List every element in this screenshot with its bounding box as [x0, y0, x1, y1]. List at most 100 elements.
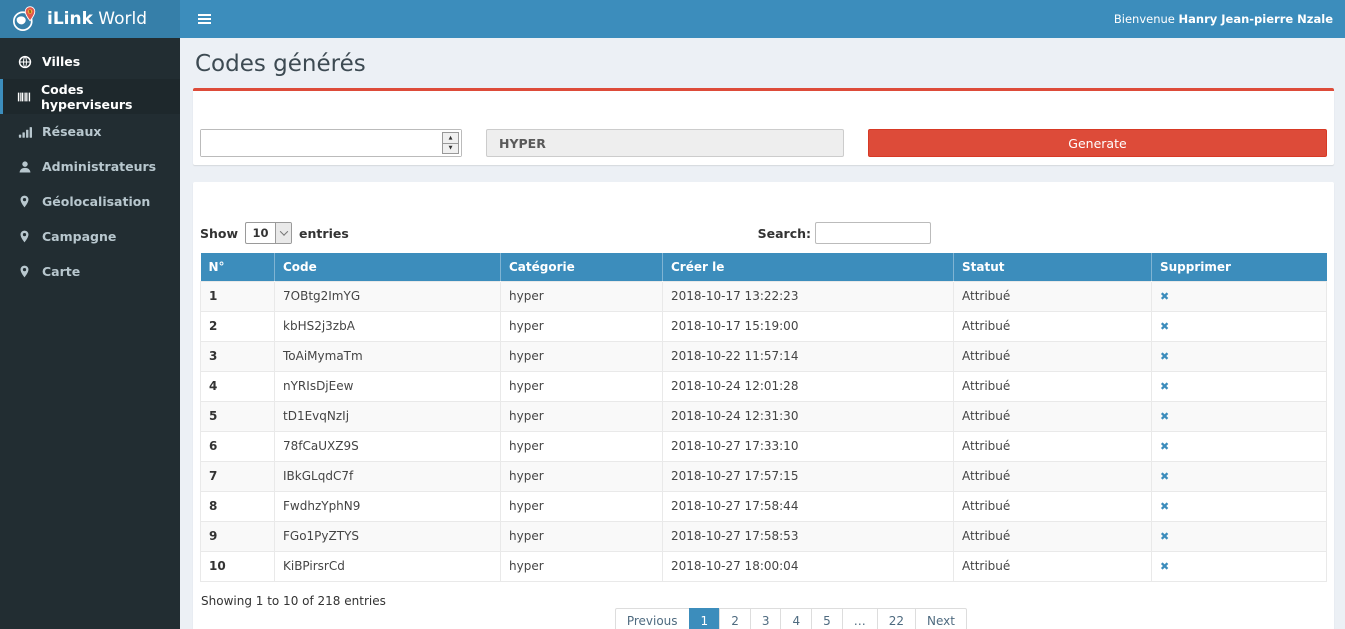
- delete-cell: ✖: [1152, 431, 1327, 461]
- row-number: 8: [201, 491, 275, 521]
- main-content: Codes générés ▲ ▼ Generate Show: [180, 38, 1345, 629]
- created-date: 2018-10-27 17:58:44: [663, 491, 954, 521]
- navbar: Bienvenue Hanry Jean-pierre Nzale: [180, 0, 1345, 38]
- category-value: hyper: [501, 311, 663, 341]
- entries-label: entries: [299, 226, 349, 241]
- table-footer: Showing 1 to 10 of 218 entries Previous1…: [200, 582, 1327, 629]
- category-value: hyper: [501, 461, 663, 491]
- quantity-input[interactable]: [201, 130, 461, 156]
- status-value: Attribué: [954, 281, 1152, 311]
- sidebar-item-reseaux[interactable]: Réseaux: [0, 114, 180, 149]
- row-number: 2: [201, 311, 275, 341]
- delete-icon[interactable]: ✖: [1160, 290, 1169, 303]
- delete-cell: ✖: [1152, 281, 1327, 311]
- search-input[interactable]: [815, 222, 931, 244]
- search-label: Search:: [758, 226, 811, 241]
- status-value: Attribué: [954, 371, 1152, 401]
- code-value: KiBPirsrCd: [275, 551, 501, 581]
- spinner-down-icon[interactable]: ▼: [443, 144, 458, 154]
- category-value: hyper: [501, 371, 663, 401]
- table-header-row: N°CodeCatégorieCréer leStatutSupprimer: [201, 253, 1327, 281]
- sidebar-item-campagne[interactable]: Campagne: [0, 219, 180, 254]
- sidebar-item-administrateurs[interactable]: Administrateurs: [0, 149, 180, 184]
- sidebar-item-geolocalisation[interactable]: Géolocalisation: [0, 184, 180, 219]
- pagination-page-2[interactable]: 2: [719, 608, 751, 629]
- delete-cell: ✖: [1152, 491, 1327, 521]
- status-value: Attribué: [954, 311, 1152, 341]
- row-number: 3: [201, 341, 275, 371]
- column-header-creer-le[interactable]: Créer le: [663, 253, 954, 281]
- number-spinner[interactable]: ▲ ▼: [442, 132, 459, 154]
- delete-icon[interactable]: ✖: [1160, 350, 1169, 363]
- page-length-select[interactable]: 10: [245, 222, 292, 244]
- map-marker-icon: [17, 194, 32, 209]
- sidebar-item-label: Administrateurs: [42, 159, 156, 174]
- sidebar-item-label: Carte: [42, 264, 80, 279]
- created-date: 2018-10-27 17:57:15: [663, 461, 954, 491]
- pagination-page-22[interactable]: 22: [877, 608, 916, 629]
- created-date: 2018-10-24 12:31:30: [663, 401, 954, 431]
- delete-icon[interactable]: ✖: [1160, 380, 1169, 393]
- globe-icon: [17, 54, 32, 69]
- brand-name: iLink World: [47, 9, 147, 29]
- page-length-value: 10: [246, 223, 275, 243]
- delete-icon[interactable]: ✖: [1160, 320, 1169, 333]
- delete-icon[interactable]: ✖: [1160, 440, 1169, 453]
- column-header-n-[interactable]: N°: [201, 253, 275, 281]
- delete-cell: ✖: [1152, 371, 1327, 401]
- delete-icon[interactable]: ✖: [1160, 500, 1169, 513]
- sidebar-item-villes[interactable]: Villes: [0, 44, 180, 79]
- category-value: hyper: [501, 401, 663, 431]
- delete-icon[interactable]: ✖: [1160, 530, 1169, 543]
- code-value: nYRIsDjEew: [275, 371, 501, 401]
- svg-text:$: $: [29, 9, 32, 15]
- category-value: hyper: [501, 491, 663, 521]
- spinner-up-icon[interactable]: ▲: [443, 133, 458, 144]
- signal-icon: [17, 124, 32, 139]
- status-value: Attribué: [954, 431, 1152, 461]
- pagination-page-1[interactable]: 1: [689, 608, 721, 629]
- pagination-page-3[interactable]: 3: [750, 608, 782, 629]
- brand-logo[interactable]: $ iLink World: [0, 0, 180, 38]
- codes-table-body: 17OBtg2ImYGhyper2018-10-17 13:22:23Attri…: [201, 281, 1327, 581]
- page-title: Codes générés: [193, 38, 1334, 88]
- show-label: Show: [200, 226, 238, 241]
- created-date: 2018-10-22 11:57:14: [663, 341, 954, 371]
- column-header-code[interactable]: Code: [275, 253, 501, 281]
- column-header-categorie[interactable]: Catégorie: [501, 253, 663, 281]
- user-icon: [17, 159, 32, 174]
- category-value: hyper: [501, 551, 663, 581]
- map-marker-icon: [17, 264, 32, 279]
- pagination-page-5[interactable]: 5: [811, 608, 843, 629]
- pagination-next[interactable]: Next: [915, 608, 967, 629]
- sidebar-item-label: Villes: [42, 54, 80, 69]
- created-date: 2018-10-27 18:00:04: [663, 551, 954, 581]
- sidebar-item-carte[interactable]: Carte: [0, 254, 180, 289]
- codes-table-panel: Show 10 entries Search: N°CodeCa: [193, 182, 1334, 629]
- sidebar-item-label: Campagne: [42, 229, 116, 244]
- table-row: 9FGo1PyZTYShyper2018-10-27 17:58:53Attri…: [201, 521, 1327, 551]
- generate-button[interactable]: Generate: [868, 129, 1327, 157]
- sidebar-menu: Villes Codes hyperviseursRéseaux Administr…: [0, 38, 180, 289]
- chevron-down-icon: [275, 223, 291, 243]
- category-value: hyper: [501, 431, 663, 461]
- delete-icon[interactable]: ✖: [1160, 470, 1169, 483]
- row-number: 1: [201, 281, 275, 311]
- sidebar-toggle-icon[interactable]: [194, 10, 215, 28]
- code-value: IBkGLqdC7f: [275, 461, 501, 491]
- category-value: hyper: [501, 521, 663, 551]
- delete-cell: ✖: [1152, 521, 1327, 551]
- created-date: 2018-10-27 17:33:10: [663, 431, 954, 461]
- delete-cell: ✖: [1152, 401, 1327, 431]
- delete-icon[interactable]: ✖: [1160, 560, 1169, 573]
- pagination-previous[interactable]: Previous: [615, 608, 690, 629]
- column-header-supprimer[interactable]: Supprimer: [1152, 253, 1327, 281]
- sidebar-item-codes-hyperviseurs[interactable]: Codes hyperviseurs: [0, 79, 180, 114]
- pagination-page-4[interactable]: 4: [780, 608, 812, 629]
- status-value: Attribué: [954, 491, 1152, 521]
- status-value: Attribué: [954, 401, 1152, 431]
- delete-icon[interactable]: ✖: [1160, 410, 1169, 423]
- table-row: 3ToAiMymaTmhyper2018-10-22 11:57:14Attri…: [201, 341, 1327, 371]
- column-header-statut[interactable]: Statut: [954, 253, 1152, 281]
- code-value: 78fCaUXZ9S: [275, 431, 501, 461]
